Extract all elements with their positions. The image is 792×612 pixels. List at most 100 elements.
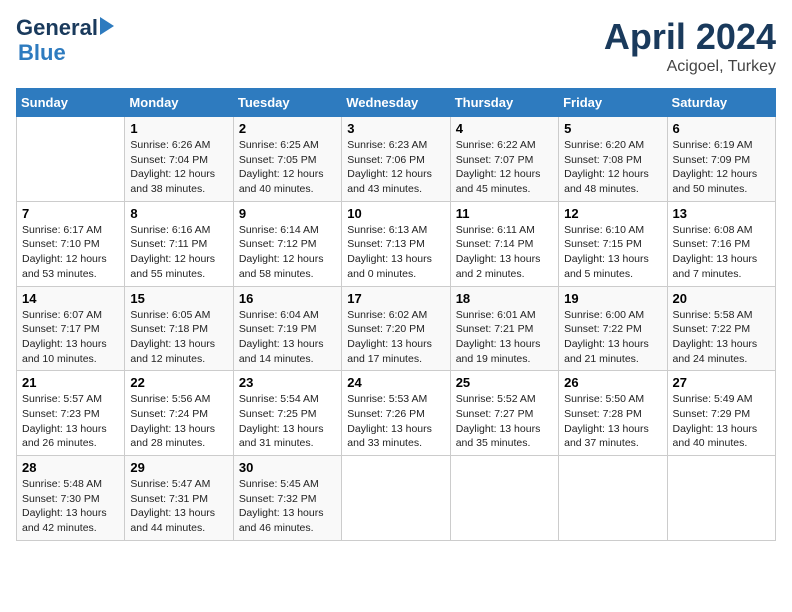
calendar-week-row: 7Sunrise: 6:17 AM Sunset: 7:10 PM Daylig… — [17, 201, 776, 286]
calendar-cell: 7Sunrise: 6:17 AM Sunset: 7:10 PM Daylig… — [17, 201, 125, 286]
day-info: Sunrise: 6:01 AM Sunset: 7:21 PM Dayligh… — [456, 308, 553, 367]
calendar-header-row: SundayMondayTuesdayWednesdayThursdayFrid… — [17, 89, 776, 117]
col-header-tuesday: Tuesday — [233, 89, 341, 117]
day-number: 27 — [673, 375, 770, 390]
location-title: Acigoel, Turkey — [604, 58, 776, 76]
day-number: 11 — [456, 206, 553, 221]
day-number: 1 — [130, 121, 227, 136]
day-number: 5 — [564, 121, 661, 136]
calendar-cell: 13 Sunrise: 6:08 AM Sunset: 7:16 PM Dayli… — [667, 201, 775, 286]
logo-text: General — [16, 16, 98, 40]
day-number: 26 — [564, 375, 661, 390]
calendar-cell: 22Sunrise: 5:56 AM Sunset: 7:24 PM Dayli… — [125, 371, 233, 456]
day-number: 18 — [456, 291, 553, 306]
day-number: 10 — [347, 206, 444, 221]
day-info: Sunrise: 6:23 AM Sunset: 7:06 PM Dayligh… — [347, 138, 444, 197]
day-number: 21 — [22, 375, 119, 390]
calendar-cell: 5 Sunrise: 6:20 AM Sunset: 7:08 PM Daylig… — [559, 117, 667, 202]
col-header-thursday: Thursday — [450, 89, 558, 117]
col-header-friday: Friday — [559, 89, 667, 117]
day-info: Sunrise: 5:52 AM Sunset: 7:27 PM Dayligh… — [456, 392, 553, 451]
calendar-cell: 25 Sunrise: 5:52 AM Sunset: 7:27 PM Dayli… — [450, 371, 558, 456]
calendar-week-row: 14 Sunrise: 6:07 AM Sunset: 7:17 PM Dayli… — [17, 286, 776, 371]
calendar-cell: 6 Sunrise: 6:19 AM Sunset: 7:09 PM Daylig… — [667, 117, 775, 202]
day-info: Sunrise: 6:07 AM Sunset: 7:17 PM Dayligh… — [22, 308, 119, 367]
calendar-cell — [17, 117, 125, 202]
logo-blue: Blue — [18, 40, 66, 66]
day-info: Sunrise: 5:48 AM Sunset: 7:30 PM Dayligh… — [22, 477, 119, 536]
day-info: Sunrise: 6:22 AM Sunset: 7:07 PM Dayligh… — [456, 138, 553, 197]
day-info: Sunrise: 6:13 AM Sunset: 7:13 PM Dayligh… — [347, 223, 444, 282]
col-header-sunday: Sunday — [17, 89, 125, 117]
day-number: 13 — [673, 206, 770, 221]
day-info: Sunrise: 5:56 AM Sunset: 7:24 PM Dayligh… — [130, 392, 227, 451]
day-number: 9 — [239, 206, 336, 221]
day-number: 30 — [239, 460, 336, 475]
day-number: 25 — [456, 375, 553, 390]
calendar-cell: 29Sunrise: 5:47 AM Sunset: 7:31 PM Dayli… — [125, 456, 233, 541]
calendar-cell: 17 Sunrise: 6:02 AM Sunset: 7:20 PM Dayli… — [342, 286, 450, 371]
calendar-cell: 19Sunrise: 6:00 AM Sunset: 7:22 PM Dayli… — [559, 286, 667, 371]
calendar-cell: 2Sunrise: 6:25 AM Sunset: 7:05 PM Daylig… — [233, 117, 341, 202]
day-info: Sunrise: 6:04 AM Sunset: 7:19 PM Dayligh… — [239, 308, 336, 367]
day-number: 17 — [347, 291, 444, 306]
day-number: 12 — [564, 206, 661, 221]
col-header-wednesday: Wednesday — [342, 89, 450, 117]
calendar-cell: 28 Sunrise: 5:48 AM Sunset: 7:30 PM Dayli… — [17, 456, 125, 541]
day-info: Sunrise: 6:10 AM Sunset: 7:15 PM Dayligh… — [564, 223, 661, 282]
col-header-monday: Monday — [125, 89, 233, 117]
logo: General Blue — [16, 16, 114, 66]
day-number: 8 — [130, 206, 227, 221]
calendar-cell — [667, 456, 775, 541]
day-info: Sunrise: 6:02 AM Sunset: 7:20 PM Dayligh… — [347, 308, 444, 367]
day-number: 29 — [130, 460, 227, 475]
day-number: 23 — [239, 375, 336, 390]
day-info: Sunrise: 6:16 AM Sunset: 7:11 PM Dayligh… — [130, 223, 227, 282]
day-number: 14 — [22, 291, 119, 306]
calendar-cell: 4Sunrise: 6:22 AM Sunset: 7:07 PM Daylig… — [450, 117, 558, 202]
calendar-cell: 18 Sunrise: 6:01 AM Sunset: 7:21 PM Dayli… — [450, 286, 558, 371]
month-title: April 2024 — [604, 16, 776, 58]
calendar-cell: 9 Sunrise: 6:14 AM Sunset: 7:12 PM Daylig… — [233, 201, 341, 286]
day-number: 6 — [673, 121, 770, 136]
logo-arrow-icon — [100, 17, 114, 35]
calendar-cell: 10 Sunrise: 6:13 AM Sunset: 7:13 PM Dayli… — [342, 201, 450, 286]
calendar-cell: 1 Sunrise: 6:26 AM Sunset: 7:04 PM Daylig… — [125, 117, 233, 202]
calendar-cell: 11Sunrise: 6:11 AM Sunset: 7:14 PM Dayli… — [450, 201, 558, 286]
day-number: 15 — [130, 291, 227, 306]
calendar-cell: 27 Sunrise: 5:49 AM Sunset: 7:29 PM Dayli… — [667, 371, 775, 456]
day-info: Sunrise: 6:08 AM Sunset: 7:16 PM Dayligh… — [673, 223, 770, 282]
day-number: 20 — [673, 291, 770, 306]
day-number: 28 — [22, 460, 119, 475]
page-header: General Blue April 2024 Acigoel, Turkey — [16, 16, 776, 76]
day-info: Sunrise: 6:14 AM Sunset: 7:12 PM Dayligh… — [239, 223, 336, 282]
day-info: Sunrise: 5:53 AM Sunset: 7:26 PM Dayligh… — [347, 392, 444, 451]
day-number: 19 — [564, 291, 661, 306]
calendar-cell: 21Sunrise: 5:57 AM Sunset: 7:23 PM Dayli… — [17, 371, 125, 456]
day-info: Sunrise: 5:54 AM Sunset: 7:25 PM Dayligh… — [239, 392, 336, 451]
calendar-cell: 30 Sunrise: 5:45 AM Sunset: 7:32 PM Dayli… — [233, 456, 341, 541]
calendar-cell: 3 Sunrise: 6:23 AM Sunset: 7:06 PM Daylig… — [342, 117, 450, 202]
calendar-cell: 23 Sunrise: 5:54 AM Sunset: 7:25 PM Dayli… — [233, 371, 341, 456]
calendar-cell: 14 Sunrise: 6:07 AM Sunset: 7:17 PM Dayli… — [17, 286, 125, 371]
calendar-cell: 26Sunrise: 5:50 AM Sunset: 7:28 PM Dayli… — [559, 371, 667, 456]
day-number: 24 — [347, 375, 444, 390]
title-block: April 2024 Acigoel, Turkey — [604, 16, 776, 76]
day-info: Sunrise: 6:20 AM Sunset: 7:08 PM Dayligh… — [564, 138, 661, 197]
day-info: Sunrise: 6:17 AM Sunset: 7:10 PM Dayligh… — [22, 223, 119, 282]
day-number: 2 — [239, 121, 336, 136]
day-info: Sunrise: 5:45 AM Sunset: 7:32 PM Dayligh… — [239, 477, 336, 536]
calendar-cell — [559, 456, 667, 541]
day-number: 3 — [347, 121, 444, 136]
calendar-week-row: 28 Sunrise: 5:48 AM Sunset: 7:30 PM Dayli… — [17, 456, 776, 541]
calendar-cell: 12 Sunrise: 6:10 AM Sunset: 7:15 PM Dayli… — [559, 201, 667, 286]
calendar-body: 1 Sunrise: 6:26 AM Sunset: 7:04 PM Daylig… — [17, 117, 776, 541]
col-header-saturday: Saturday — [667, 89, 775, 117]
day-info: Sunrise: 6:19 AM Sunset: 7:09 PM Dayligh… — [673, 138, 770, 197]
day-info: Sunrise: 6:26 AM Sunset: 7:04 PM Dayligh… — [130, 138, 227, 197]
calendar-week-row: 1 Sunrise: 6:26 AM Sunset: 7:04 PM Daylig… — [17, 117, 776, 202]
calendar-cell: 16Sunrise: 6:04 AM Sunset: 7:19 PM Dayli… — [233, 286, 341, 371]
calendar-cell: 24 Sunrise: 5:53 AM Sunset: 7:26 PM Dayli… — [342, 371, 450, 456]
calendar-week-row: 21Sunrise: 5:57 AM Sunset: 7:23 PM Dayli… — [17, 371, 776, 456]
day-info: Sunrise: 5:49 AM Sunset: 7:29 PM Dayligh… — [673, 392, 770, 451]
